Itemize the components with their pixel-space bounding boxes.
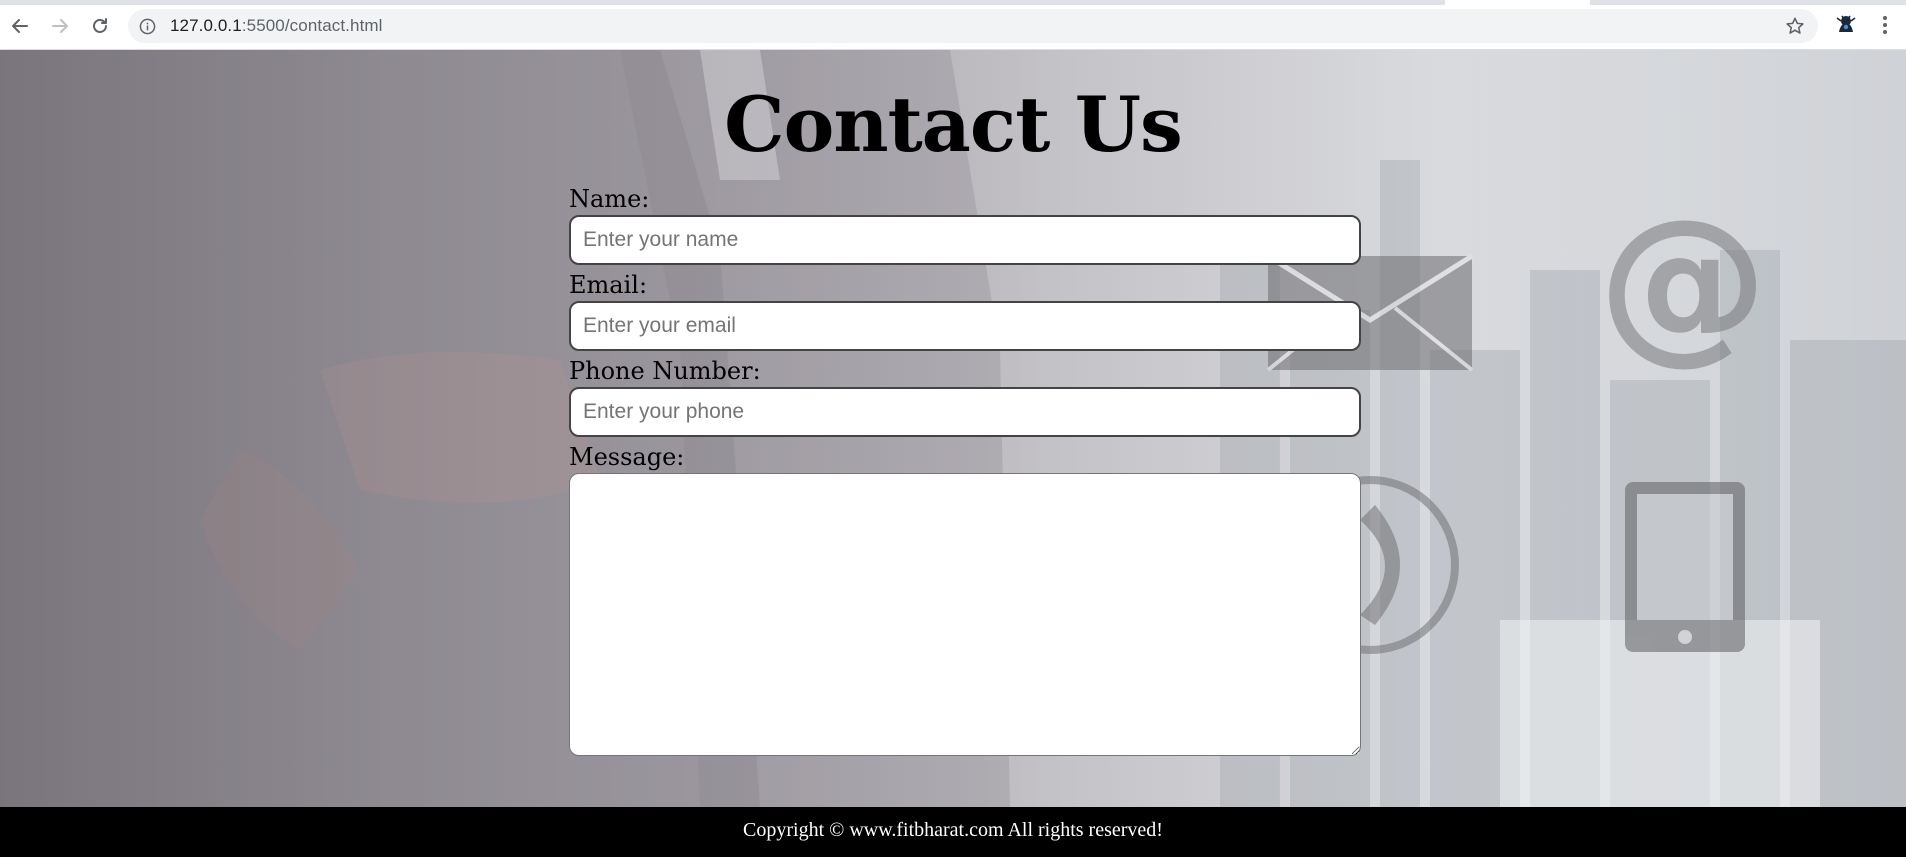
page-viewport: @ Contact Us Name: Email: Phone Number: …: [0, 50, 1906, 807]
name-input[interactable]: [569, 215, 1361, 265]
email-label: Email:: [569, 271, 648, 299]
star-icon[interactable]: [1784, 15, 1806, 37]
contact-form: Name: Email: Phone Number: Message:: [569, 185, 1361, 761]
page-title: Contact Us: [724, 80, 1183, 169]
url-text[interactable]: 127.0.0.1:5500/contact.html: [170, 17, 383, 35]
at-sign-icon: @: [1598, 183, 1768, 381]
message-textarea[interactable]: [569, 473, 1361, 756]
extension-icon[interactable]: [1833, 12, 1859, 38]
copyright-text: Copyright © www.fitbharat.com All rights…: [743, 819, 1163, 841]
tab-strip-edge: [0, 0, 1445, 5]
back-button[interactable]: [4, 10, 36, 42]
tab-strip-edge: [1590, 0, 1906, 5]
arrow-left-icon: [12, 19, 28, 33]
phone-label: Phone Number:: [569, 357, 761, 385]
message-label: Message:: [569, 443, 685, 471]
address-bar[interactable]: 127.0.0.1:5500/contact.html: [128, 9, 1818, 43]
tab-strip: [0, 0, 1906, 5]
tablet-icon: [1625, 482, 1745, 652]
browser-toolbar: 127.0.0.1:5500/contact.html: [0, 0, 1906, 50]
name-label: Name:: [569, 185, 650, 213]
url-host: 127.0.0.1: [170, 16, 242, 35]
kebab-menu-icon[interactable]: [1872, 12, 1898, 38]
url-path: :5500/contact.html: [241, 16, 383, 35]
reload-button[interactable]: [84, 10, 116, 42]
info-icon[interactable]: [138, 17, 156, 35]
arrow-right-icon: [52, 19, 68, 33]
email-input[interactable]: [569, 301, 1361, 351]
footer: Copyright © www.fitbharat.com All rights…: [0, 807, 1906, 857]
phone-input[interactable]: [569, 387, 1361, 437]
reload-icon: [93, 18, 107, 33]
forward-button[interactable]: [44, 10, 76, 42]
